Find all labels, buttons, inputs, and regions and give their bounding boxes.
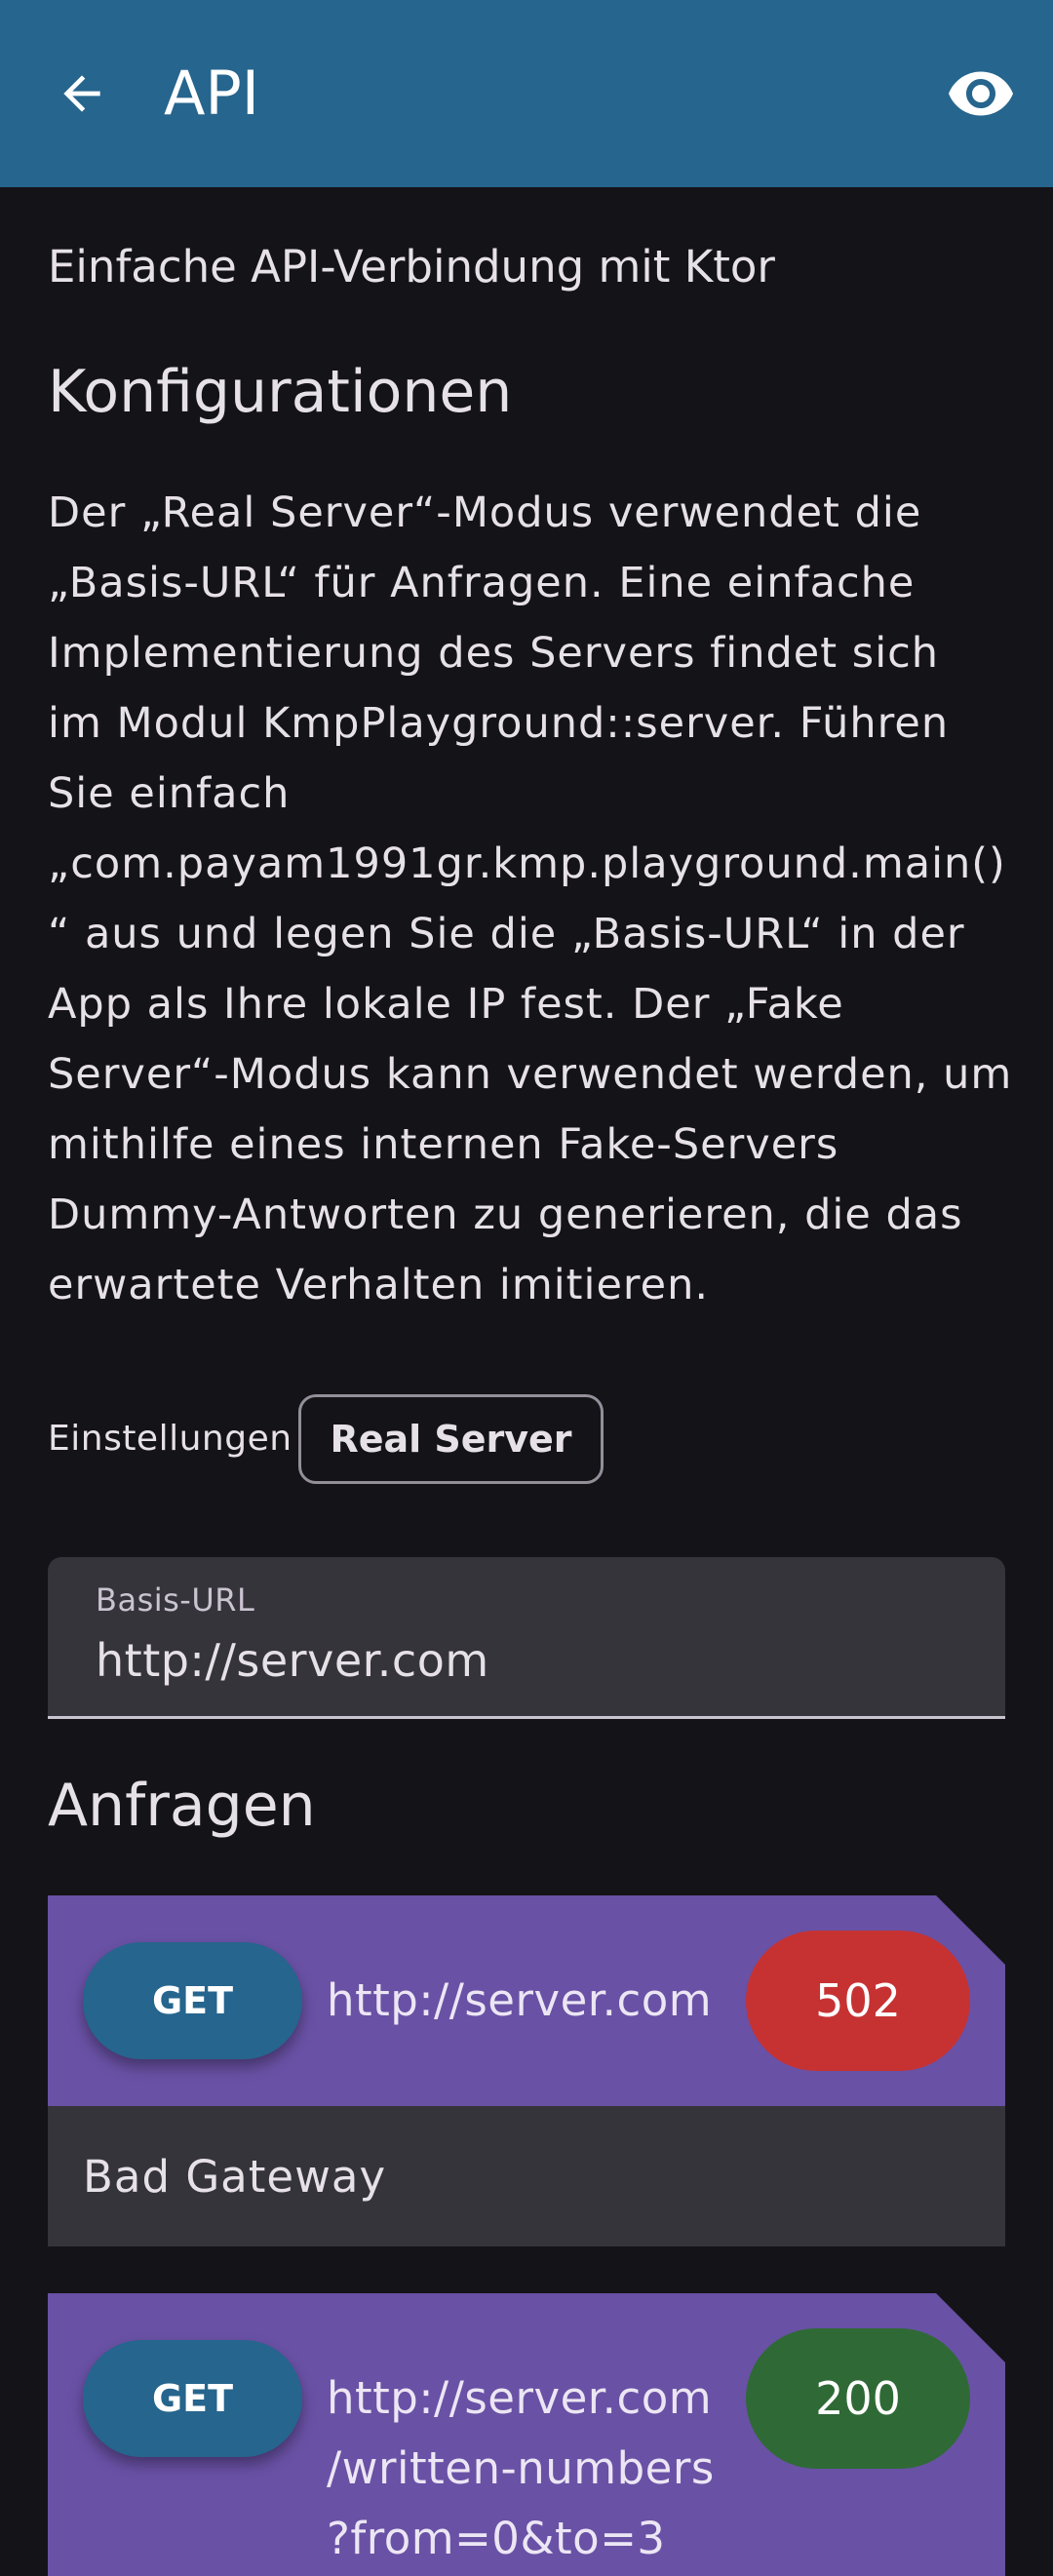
settings-label: Einstellungen (48, 1419, 292, 1459)
request-url: http://server.com /written-numbers ?from… (327, 2372, 715, 2564)
eye-icon (949, 71, 1013, 116)
request-header: GET http://server.com 502 (48, 1895, 1005, 2106)
top-app-bar: API (0, 0, 1053, 187)
configurations-description: Der „Real Server“-Modus verwendet die „B… (48, 488, 1013, 1309)
request-card: GET http://server.com /written-numbers ?… (48, 2293, 1005, 2576)
arrow-back-icon (63, 75, 100, 112)
server-mode-button[interactable]: Real Server (298, 1394, 604, 1484)
base-url-field[interactable]: Basis-URL http://server.com (48, 1557, 1005, 1719)
back-button[interactable] (47, 59, 117, 129)
base-url-input[interactable]: http://server.com (96, 1631, 489, 1690)
screen-subtitle: Einfache API-Verbindung mit Ktor (48, 241, 775, 293)
base-url-label: Basis-URL (96, 1581, 255, 1619)
method-button[interactable]: GET (83, 1942, 302, 2059)
status-badge: 200 (746, 2328, 970, 2469)
page-title: API (164, 58, 260, 129)
response-message-row: Bad Gateway (48, 2106, 1005, 2246)
status-badge: 502 (746, 1931, 970, 2071)
response-message: Bad Gateway (83, 2150, 387, 2203)
request-header: GET http://server.com /written-numbers ?… (48, 2293, 1005, 2576)
request-url: http://server.com (327, 1974, 713, 2026)
requests-heading: Anfragen (48, 1772, 316, 1840)
method-button[interactable]: GET (83, 2340, 302, 2457)
request-card: GET http://server.com 502 Bad Gateway (48, 1895, 1005, 2246)
visibility-button[interactable] (942, 55, 1020, 133)
configurations-heading: Konfigurationen (48, 358, 513, 426)
